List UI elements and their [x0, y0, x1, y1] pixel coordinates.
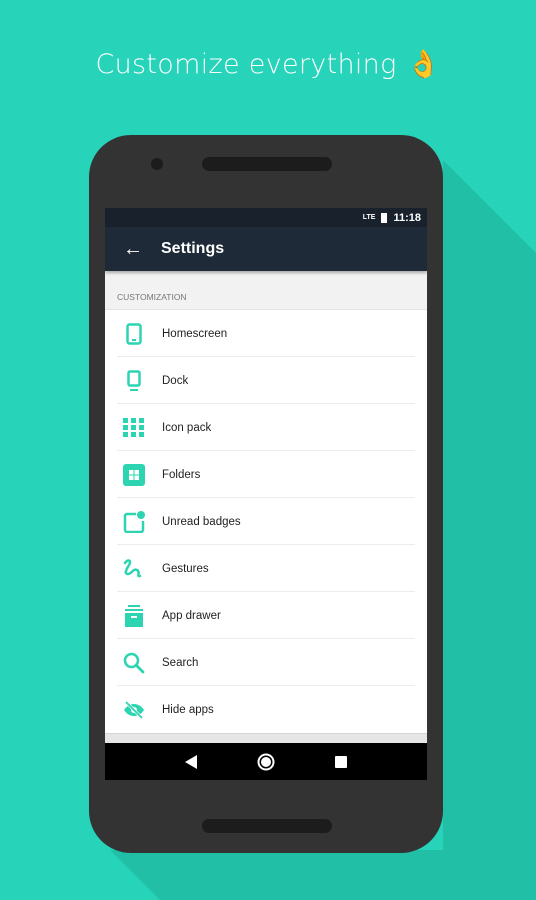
list-item-search[interactable]: Search — [105, 639, 427, 686]
item-label: Icon pack — [162, 421, 212, 434]
list-item-homescreen[interactable]: Homescreen — [105, 310, 427, 357]
screen: LTE 11:18 ← Settings CUSTOMIZATION Homes… — [105, 208, 427, 780]
item-label: Dock — [162, 374, 189, 387]
section-header: CUSTOMIZATION — [105, 271, 427, 310]
drawer-icon — [105, 604, 162, 627]
signal-icon: LTE — [362, 214, 376, 221]
battery-icon — [381, 212, 388, 223]
search-icon — [105, 652, 162, 674]
list-item-unread-badges[interactable]: Unread badges — [105, 498, 427, 545]
eye-off-icon — [105, 700, 162, 719]
list-item-dock[interactable]: Dock — [105, 357, 427, 404]
badge-icon — [105, 510, 162, 533]
phone-icon — [105, 322, 162, 345]
ok-hand-emoji: 👌 — [406, 49, 441, 80]
item-label: App drawer — [162, 609, 221, 622]
list-footer — [105, 733, 427, 743]
gesture-icon — [105, 558, 162, 580]
dock-icon — [105, 369, 162, 392]
status-bar: LTE 11:18 — [105, 208, 427, 227]
list-item-folders[interactable]: Folders — [105, 451, 427, 498]
navigation-bar — [105, 743, 427, 780]
item-label: Unread badges — [162, 515, 241, 528]
item-label: Hide apps — [162, 703, 214, 716]
item-label: Gestures — [162, 562, 209, 575]
item-label: Homescreen — [162, 327, 228, 340]
home-nav-icon[interactable] — [257, 753, 275, 771]
camera — [151, 158, 163, 170]
list-item-icon-pack[interactable]: Icon pack — [105, 404, 427, 451]
folder-icon — [105, 463, 162, 486]
back-nav-icon[interactable] — [185, 754, 197, 769]
recents-nav-icon[interactable] — [335, 755, 347, 768]
toolbar: ← Settings — [105, 227, 427, 271]
item-label: Folders — [162, 468, 201, 481]
list-item-app-drawer[interactable]: App drawer — [105, 592, 427, 639]
settings-list: Homescreen Dock Icon pack Folders Unread… — [105, 310, 427, 733]
phone-frame: LTE 11:18 ← Settings CUSTOMIZATION Homes… — [89, 135, 443, 853]
headline-text: Customize everything — [95, 49, 397, 80]
item-label: Search — [162, 656, 199, 669]
page-title: Settings — [161, 240, 225, 257]
speaker-top — [202, 157, 332, 171]
grid-icon — [105, 418, 162, 437]
list-item-gestures[interactable]: Gestures — [105, 545, 427, 592]
arrow-left-icon[interactable]: ← — [105, 238, 161, 261]
list-item-hide-apps[interactable]: Hide apps — [105, 686, 427, 733]
speaker-bottom — [202, 819, 332, 833]
headline: Customize everything 👌 — [0, 48, 536, 80]
clock: 11:18 — [393, 211, 421, 224]
